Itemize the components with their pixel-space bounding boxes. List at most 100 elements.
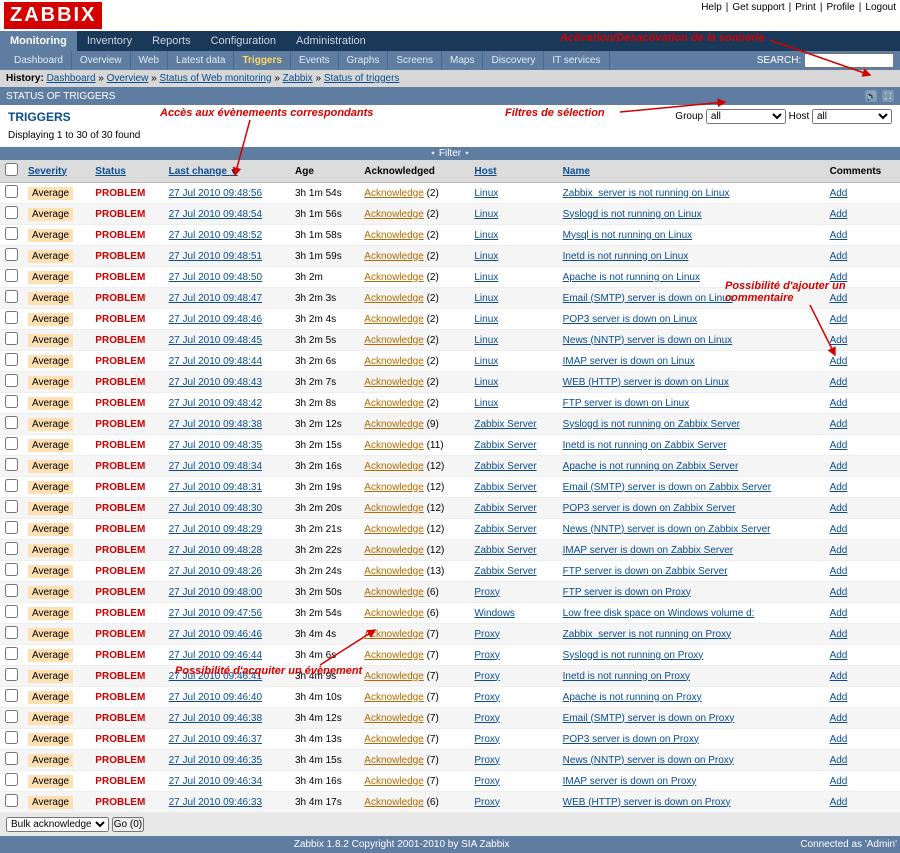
bulk-action-select[interactable]: Bulk acknowledge <box>6 817 109 832</box>
row-checkbox[interactable] <box>5 458 18 471</box>
trigger-name-link[interactable]: POP3 server is down on Proxy <box>563 734 699 745</box>
submenu-tab-graphs[interactable]: Graphs <box>339 51 389 70</box>
last-change-link[interactable]: 27 Jul 2010 09:46:33 <box>169 797 262 808</box>
row-checkbox[interactable] <box>5 668 18 681</box>
last-change-link[interactable]: 27 Jul 2010 09:46:46 <box>169 629 262 640</box>
last-change-link[interactable]: 27 Jul 2010 09:48:28 <box>169 545 262 556</box>
row-checkbox[interactable] <box>5 290 18 303</box>
menu-tab-reports[interactable]: Reports <box>142 31 201 51</box>
acknowledge-link[interactable]: Acknowledge <box>364 545 423 556</box>
row-checkbox[interactable] <box>5 584 18 597</box>
submenu-tab-events[interactable]: Events <box>291 51 339 70</box>
acknowledge-link[interactable]: Acknowledge <box>364 230 423 241</box>
add-comment-link[interactable]: Add <box>830 650 848 661</box>
add-comment-link[interactable]: Add <box>830 482 848 493</box>
submenu-tab-screens[interactable]: Screens <box>388 51 442 70</box>
host-link[interactable]: Linux <box>474 230 498 241</box>
acknowledge-link[interactable]: Acknowledge <box>364 440 423 451</box>
acknowledge-link[interactable]: Acknowledge <box>364 713 423 724</box>
last-change-link[interactable]: 27 Jul 2010 09:48:42 <box>169 398 262 409</box>
group-filter-select[interactable]: all <box>706 109 786 124</box>
row-checkbox[interactable] <box>5 773 18 786</box>
trigger-name-link[interactable]: Inetd is not running on Zabbix Server <box>563 440 727 451</box>
row-checkbox[interactable] <box>5 416 18 429</box>
trigger-name-link[interactable]: Zabbix_server is not running on Linux <box>563 188 730 199</box>
trigger-name-link[interactable]: FTP server is down on Zabbix Server <box>563 566 728 577</box>
acknowledge-link[interactable]: Acknowledge <box>364 776 423 787</box>
add-comment-link[interactable]: Add <box>830 797 848 808</box>
row-checkbox[interactable] <box>5 752 18 765</box>
breadcrumb-item[interactable]: Dashboard <box>47 73 96 84</box>
last-change-link[interactable]: 27 Jul 2010 09:46:40 <box>169 692 262 703</box>
last-change-link[interactable]: 27 Jul 2010 09:48:30 <box>169 503 262 514</box>
host-link[interactable]: Linux <box>474 188 498 199</box>
row-checkbox[interactable] <box>5 563 18 576</box>
host-link[interactable]: Zabbix Server <box>474 461 536 472</box>
host-link[interactable]: Linux <box>474 377 498 388</box>
add-comment-link[interactable]: Add <box>830 524 848 535</box>
trigger-name-link[interactable]: Syslogd is not running on Proxy <box>563 650 704 661</box>
row-checkbox[interactable] <box>5 794 18 807</box>
acknowledge-link[interactable]: Acknowledge <box>364 209 423 220</box>
add-comment-link[interactable]: Add <box>830 272 848 283</box>
last-change-link[interactable]: 27 Jul 2010 09:48:38 <box>169 419 262 430</box>
row-checkbox[interactable] <box>5 626 18 639</box>
trigger-name-link[interactable]: POP3 server is down on Zabbix Server <box>563 503 736 514</box>
trigger-name-link[interactable]: Zabbix_server is not running on Proxy <box>563 629 731 640</box>
menu-tab-administration[interactable]: Administration <box>286 31 376 51</box>
trigger-name-link[interactable]: Inetd is not running on Linux <box>563 251 689 262</box>
last-change-link[interactable]: 27 Jul 2010 09:48:46 <box>169 314 262 325</box>
trigger-name-link[interactable]: IMAP server is down on Proxy <box>563 776 697 787</box>
last-change-link[interactable]: 27 Jul 2010 09:48:26 <box>169 566 262 577</box>
row-checkbox[interactable] <box>5 647 18 660</box>
trigger-name-link[interactable]: Email (SMTP) server is down on Zabbix Se… <box>563 482 771 493</box>
add-comment-link[interactable]: Add <box>830 545 848 556</box>
add-comment-link[interactable]: Add <box>830 356 848 367</box>
row-checkbox[interactable] <box>5 731 18 744</box>
trigger-name-link[interactable]: WEB (HTTP) server is down on Linux <box>563 377 729 388</box>
acknowledge-link[interactable]: Acknowledge <box>364 587 423 598</box>
trigger-name-link[interactable]: FTP server is down on Linux <box>563 398 690 409</box>
trigger-name-link[interactable]: Apache is not running on Zabbix Server <box>563 461 739 472</box>
acknowledge-link[interactable]: Acknowledge <box>364 272 423 283</box>
select-all-checkbox[interactable] <box>5 163 18 176</box>
host-link[interactable]: Proxy <box>474 629 500 640</box>
trigger-name-link[interactable]: Apache is not running on Linux <box>563 272 700 283</box>
acknowledge-link[interactable]: Acknowledge <box>364 755 423 766</box>
last-change-link[interactable]: 27 Jul 2010 09:46:44 <box>169 650 262 661</box>
row-checkbox[interactable] <box>5 605 18 618</box>
host-link[interactable]: Linux <box>474 293 498 304</box>
host-link[interactable]: Linux <box>474 314 498 325</box>
host-link[interactable]: Linux <box>474 398 498 409</box>
row-checkbox[interactable] <box>5 374 18 387</box>
acknowledge-link[interactable]: Acknowledge <box>364 566 423 577</box>
row-checkbox[interactable] <box>5 269 18 282</box>
col-host[interactable]: Host <box>474 166 496 177</box>
last-change-link[interactable]: 27 Jul 2010 09:48:54 <box>169 209 262 220</box>
submenu-tab-triggers[interactable]: Triggers <box>234 51 290 70</box>
acknowledge-link[interactable]: Acknowledge <box>364 482 423 493</box>
last-change-link[interactable]: 27 Jul 2010 09:48:51 <box>169 251 262 262</box>
add-comment-link[interactable]: Add <box>830 293 848 304</box>
col-severity[interactable]: Severity <box>28 166 67 177</box>
acknowledge-link[interactable]: Acknowledge <box>364 356 423 367</box>
add-comment-link[interactable]: Add <box>830 692 848 703</box>
go-button[interactable]: Go (0) <box>112 817 144 832</box>
host-link[interactable]: Proxy <box>474 650 500 661</box>
trigger-name-link[interactable]: Low free disk space on Windows volume d: <box>563 608 755 619</box>
acknowledge-link[interactable]: Acknowledge <box>364 251 423 262</box>
host-link[interactable]: Proxy <box>474 713 500 724</box>
row-checkbox[interactable] <box>5 332 18 345</box>
trigger-name-link[interactable]: WEB (HTTP) server is down on Proxy <box>563 797 731 808</box>
last-change-link[interactable]: 27 Jul 2010 09:48:00 <box>169 587 262 598</box>
add-comment-link[interactable]: Add <box>830 209 848 220</box>
row-checkbox[interactable] <box>5 542 18 555</box>
host-filter-select[interactable]: all <box>812 109 892 124</box>
add-comment-link[interactable]: Add <box>830 776 848 787</box>
acknowledge-link[interactable]: Acknowledge <box>364 797 423 808</box>
submenu-tab-latest-data[interactable]: Latest data <box>168 51 234 70</box>
add-comment-link[interactable]: Add <box>830 377 848 388</box>
trigger-name-link[interactable]: FTP server is down on Proxy <box>563 587 691 598</box>
acknowledge-link[interactable]: Acknowledge <box>364 503 423 514</box>
row-checkbox[interactable] <box>5 227 18 240</box>
